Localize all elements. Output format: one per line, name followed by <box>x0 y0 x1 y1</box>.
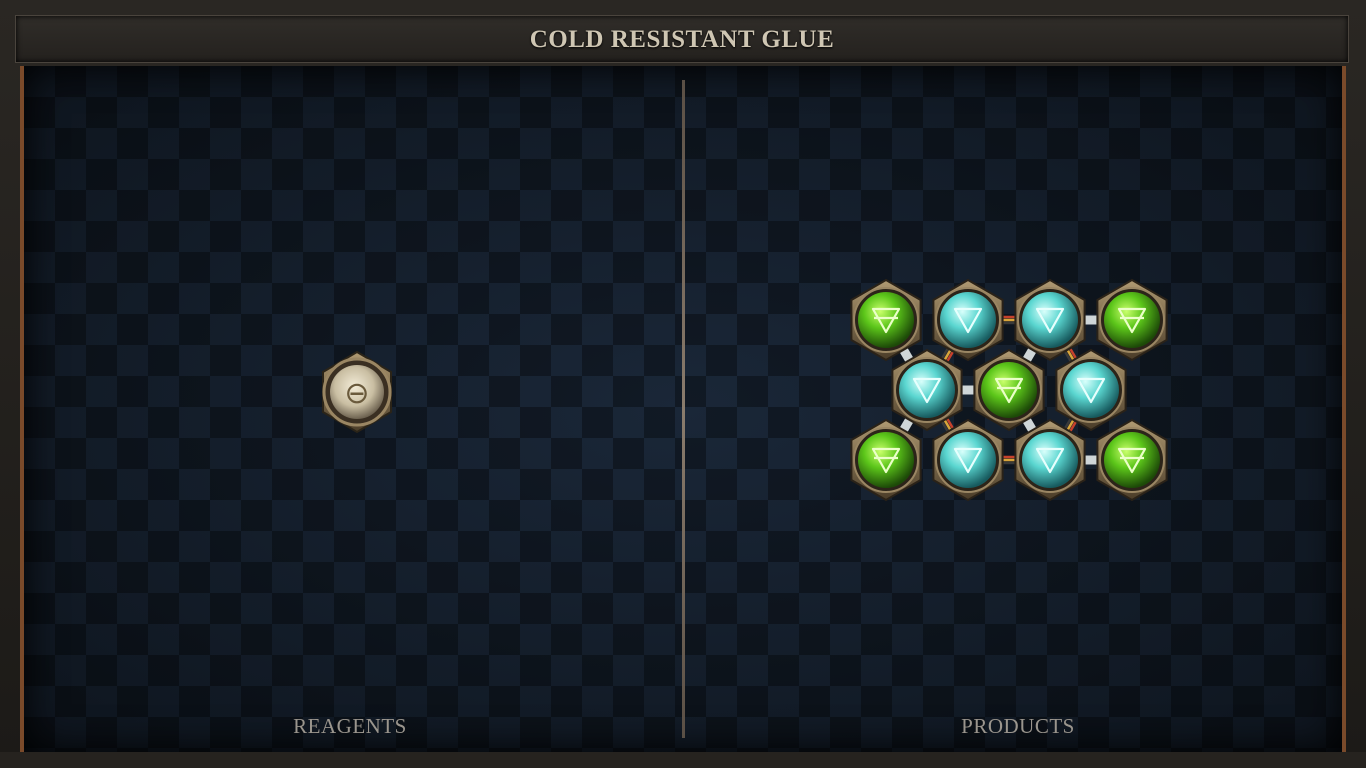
atom-orb <box>899 362 955 418</box>
atom-earth <box>850 278 922 362</box>
product-molecule[interactable] <box>850 278 1168 502</box>
atom-orb <box>1063 362 1119 418</box>
atom-earth <box>850 418 922 502</box>
atom-orb <box>858 432 914 488</box>
atom-water <box>932 278 1004 362</box>
atom-water <box>1014 278 1086 362</box>
reagent-atom[interactable]: ⊖ <box>322 350 392 434</box>
atom-earth <box>1096 418 1168 502</box>
atom-water <box>1014 418 1086 502</box>
atom-orb <box>981 362 1037 418</box>
atom-water <box>1055 348 1127 432</box>
atom-water <box>891 348 963 432</box>
atom-earth <box>1096 278 1168 362</box>
atom-orb <box>1104 292 1160 348</box>
atom-orb <box>940 432 996 488</box>
atom-water <box>932 418 1004 502</box>
atom-orb <box>858 292 914 348</box>
salt-symbol-icon: ⊖ <box>344 376 369 411</box>
atom-orb <box>1022 432 1078 488</box>
atom-earth <box>973 348 1045 432</box>
atom-orb <box>940 292 996 348</box>
atom-orb <box>1022 292 1078 348</box>
game-layer: ⊖ <box>322 278 1168 502</box>
atom-orb <box>1104 432 1160 488</box>
